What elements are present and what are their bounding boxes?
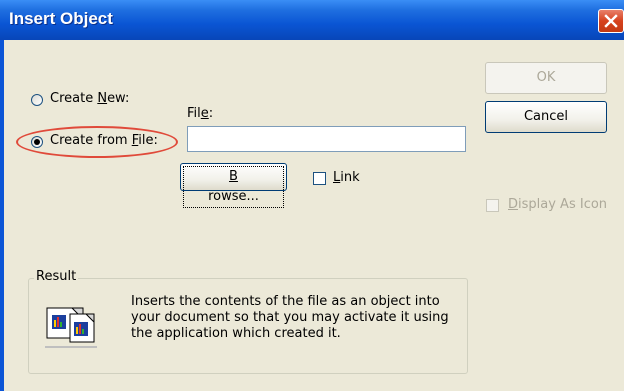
title-bar[interactable]: Insert Object xyxy=(0,0,624,40)
create-from-file-label[interactable]: Create from File: xyxy=(50,133,158,148)
embedded-object-icon xyxy=(44,300,100,356)
display-as-icon-checkbox[interactable] xyxy=(486,199,499,212)
create-new-label[interactable]: Create New: xyxy=(50,91,129,106)
insert-object-dialog: Insert Object Create New: Create from Fi… xyxy=(0,0,624,391)
close-button[interactable] xyxy=(598,9,624,33)
link-checkbox[interactable] xyxy=(313,172,326,185)
result-description: Inserts the contents of the file as an o… xyxy=(131,294,449,342)
file-label: File: xyxy=(187,106,214,121)
create-new-radio[interactable] xyxy=(31,94,43,106)
create-from-file-radio[interactable] xyxy=(31,136,43,148)
cancel-button[interactable]: Cancel xyxy=(485,101,607,133)
display-as-icon-label[interactable]: Display As Icon xyxy=(508,197,607,212)
ok-button[interactable]: OK xyxy=(485,62,607,94)
radio-selected-dot xyxy=(34,139,40,145)
file-path-value xyxy=(188,127,196,150)
window-title: Insert Object xyxy=(9,9,113,28)
result-legend: Result xyxy=(34,269,79,284)
file-path-input[interactable] xyxy=(187,126,466,152)
browse-label: Browse... xyxy=(183,166,284,208)
window-border xyxy=(0,40,4,391)
result-line: your document so that you may activate i… xyxy=(131,310,449,325)
browse-button[interactable]: Browse... xyxy=(180,163,287,208)
result-line: Inserts the contents of the file as an o… xyxy=(131,294,440,309)
result-line: the application which created it. xyxy=(131,326,341,341)
link-label[interactable]: Link xyxy=(333,170,360,185)
